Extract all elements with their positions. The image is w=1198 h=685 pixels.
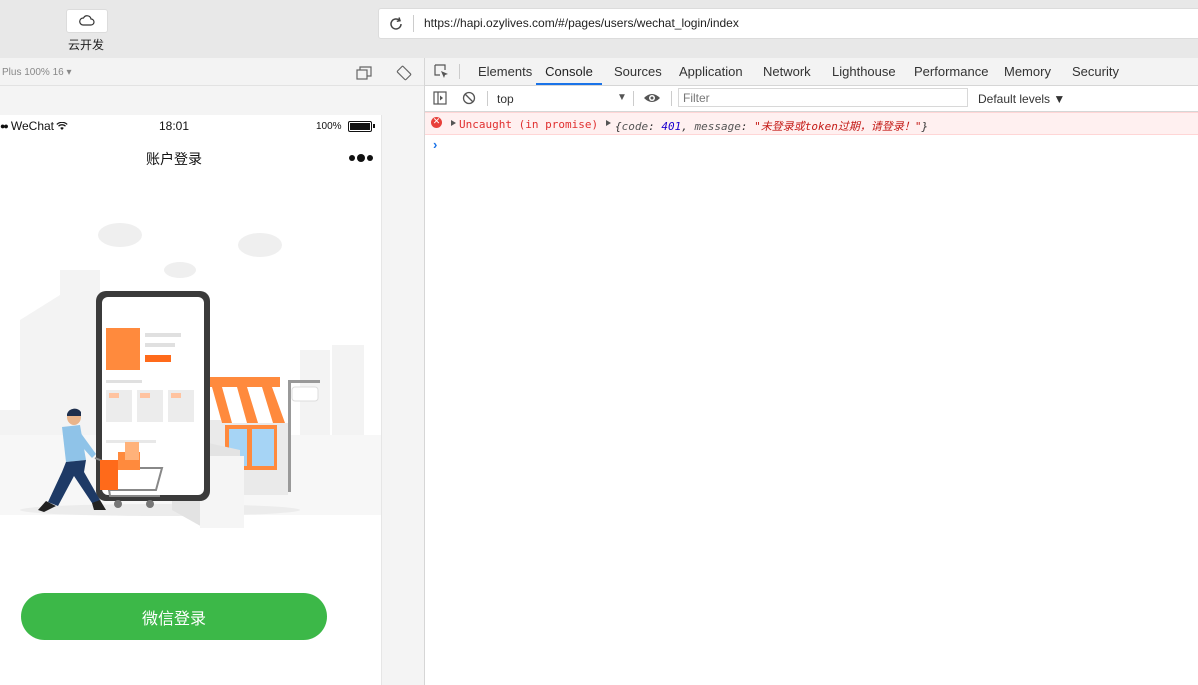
- cloud-icon: [79, 15, 95, 26]
- console-toolbar: top ▼ Default levels ▼: [425, 86, 1198, 112]
- toolbar-divider: [487, 91, 488, 106]
- expand-object-icon[interactable]: [606, 120, 611, 126]
- clear-console-icon[interactable]: [462, 91, 476, 105]
- address-bar[interactable]: https://hapi.ozylives.com/#/pages/users/…: [378, 8, 1198, 39]
- log-levels-dropdown[interactable]: Default levels ▼: [978, 92, 1065, 106]
- popout-icon[interactable]: [356, 66, 372, 80]
- url-text[interactable]: https://hapi.ozylives.com/#/pages/users/…: [424, 16, 739, 30]
- toolbar-divider: [633, 91, 634, 106]
- phone-screen: ●● WeChat 18:01 100% 账户登录 微信登录: [0, 115, 382, 685]
- signal-icon: ●●: [0, 121, 9, 131]
- tab-memory[interactable]: Memory: [1004, 64, 1051, 84]
- filter-input[interactable]: [678, 88, 968, 107]
- device-selector[interactable]: Plus 100% 16 ▾: [2, 67, 72, 78]
- tab-elements[interactable]: Elements: [478, 64, 532, 84]
- wechat-login-button[interactable]: 微信登录: [21, 593, 327, 640]
- expand-triangle-icon[interactable]: [451, 120, 456, 126]
- tab-performance[interactable]: Performance: [914, 64, 988, 84]
- battery-icon: [348, 121, 375, 132]
- login-illustration: [0, 223, 381, 528]
- tab-network[interactable]: Network: [763, 64, 811, 84]
- object-close-brace: }: [921, 120, 929, 133]
- sidebar-toggle-icon[interactable]: [433, 91, 447, 105]
- tab-divider: [459, 64, 460, 79]
- carrier-label: WeChat: [10, 119, 55, 133]
- console-error-row[interactable]: ✕ Uncaught (in promise) {code: 401, mess…: [425, 112, 1198, 135]
- status-time: 18:01: [159, 119, 190, 133]
- object-key-message: message: [694, 120, 741, 133]
- chevron-down-icon[interactable]: ▼: [617, 92, 627, 103]
- tab-console[interactable]: Console: [536, 64, 602, 85]
- carrier: ●● WeChat: [0, 119, 68, 133]
- status-bar: ●● WeChat 18:01 100%: [0, 115, 381, 137]
- rotate-icon[interactable]: [396, 65, 412, 81]
- tab-application[interactable]: Application: [679, 64, 743, 84]
- cloud-dev-button[interactable]: [66, 9, 108, 33]
- object-value-code: 401: [661, 120, 682, 133]
- devtools-tabbar: Elements Console Sources Application Net…: [425, 58, 1198, 86]
- simulator-toolbar: Plus 100% 16 ▾: [0, 58, 424, 86]
- toolbar-divider: [671, 91, 672, 106]
- wifi-icon: [56, 121, 68, 130]
- inspect-element-icon[interactable]: [433, 63, 449, 79]
- battery-percent: 100%: [316, 121, 342, 132]
- page-title: 账户登录: [146, 151, 202, 167]
- object-key-code: code: [621, 120, 649, 133]
- tab-security[interactable]: Security: [1072, 64, 1119, 84]
- tab-lighthouse[interactable]: Lighthouse: [832, 64, 896, 84]
- object-open-brace: {: [615, 120, 622, 133]
- error-icon: ✕: [431, 117, 442, 128]
- error-object[interactable]: {code: 401, message: "未登录或token过期，请登录！"}: [615, 118, 928, 134]
- reload-icon[interactable]: [387, 15, 405, 33]
- console-output: ✕ Uncaught (in promise) {code: 401, mess…: [425, 112, 1198, 685]
- console-prompt-icon[interactable]: ›: [433, 137, 437, 152]
- tab-sources[interactable]: Sources: [614, 64, 662, 84]
- more-options-icon[interactable]: [348, 153, 374, 163]
- cloud-dev-label: 云开发: [67, 38, 104, 52]
- live-expression-eye-icon[interactable]: [643, 91, 661, 105]
- error-message: Uncaught (in promise): [459, 118, 599, 131]
- object-value-message: "未登录或token过期，请登录！": [754, 120, 922, 133]
- top-toolbar: 云开发 https://hapi.ozylives.com/#/pages/us…: [0, 0, 1198, 59]
- context-selector[interactable]: top: [497, 92, 514, 106]
- address-divider: [413, 15, 414, 32]
